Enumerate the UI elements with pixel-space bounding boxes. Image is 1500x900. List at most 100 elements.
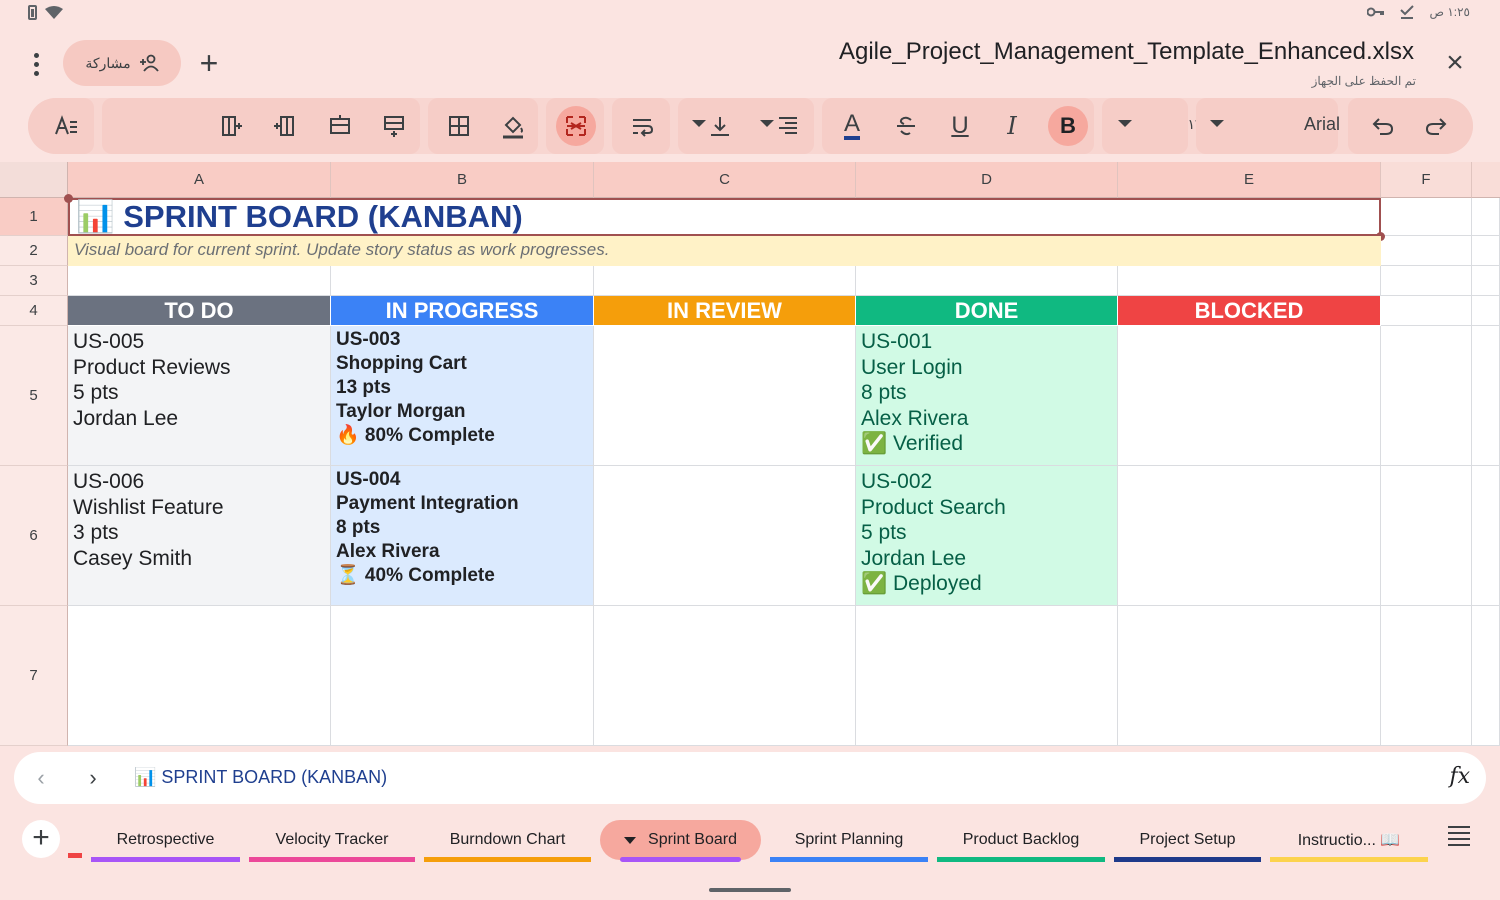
row-header-4[interactable]: 4 — [0, 296, 68, 326]
insert-row-below-icon[interactable] — [320, 106, 360, 146]
cell[interactable] — [1381, 466, 1472, 606]
tab-sprint-planning[interactable]: Sprint Planning — [770, 820, 928, 862]
previous-cell-icon[interactable]: ‹ — [28, 765, 54, 791]
add-button[interactable]: + — [192, 44, 226, 82]
todo-card[interactable]: US-005 Product Reviews 5 pts Jordan Lee — [68, 326, 331, 466]
cell[interactable] — [1472, 236, 1500, 266]
cell[interactable] — [1472, 466, 1500, 606]
sheet-subtitle-cell[interactable]: Visual board for current sprint. Update … — [68, 236, 1381, 266]
cell[interactable] — [1118, 606, 1381, 746]
tab-burndown-chart[interactable]: Burndown Chart — [424, 820, 591, 862]
cell[interactable] — [1472, 296, 1500, 326]
share-button[interactable]: مشاركة — [63, 40, 181, 86]
underline-icon[interactable]: U — [940, 106, 980, 146]
cell[interactable] — [1381, 198, 1472, 236]
in-progress-card[interactable]: US-004 Payment Integration 8 pts Alex Ri… — [331, 466, 594, 606]
sheet-title-cell[interactable]: 📊 SPRINT BOARD (KANBAN) — [68, 198, 1381, 236]
cell[interactable] — [1472, 198, 1500, 236]
blocked-cell[interactable] — [1118, 466, 1381, 606]
cell[interactable] — [1472, 266, 1500, 296]
blocked-cell[interactable] — [1118, 326, 1381, 466]
status-header-in-review[interactable]: IN REVIEW — [594, 296, 856, 325]
tab-instructions[interactable]: Instructio... 📖 — [1270, 820, 1428, 862]
cell[interactable] — [1381, 236, 1472, 266]
more-options-icon[interactable] — [22, 50, 50, 78]
add-sheet-button[interactable]: + — [22, 820, 60, 858]
redo-icon[interactable] — [1416, 106, 1456, 146]
row-header-1[interactable]: 1 — [0, 198, 68, 236]
tab-project-setup[interactable]: Project Setup — [1114, 820, 1261, 862]
cell[interactable] — [68, 266, 331, 296]
text-color-icon[interactable]: A — [832, 106, 872, 146]
status-header-todo[interactable]: TO DO — [68, 296, 331, 325]
spreadsheet-grid[interactable]: A B C D E F 1 2 3 4 5 6 7 📊 SPRINT BOARD… — [0, 162, 1500, 746]
bold-icon[interactable]: B — [1048, 106, 1088, 146]
insert-column-right-icon[interactable] — [212, 106, 252, 146]
cell[interactable] — [1381, 296, 1472, 326]
row-header-5[interactable]: 5 — [0, 326, 68, 466]
next-cell-icon[interactable]: › — [80, 765, 106, 791]
cell[interactable] — [331, 606, 594, 746]
select-all-corner[interactable] — [0, 162, 68, 198]
cell[interactable] — [594, 606, 856, 746]
tab-retrospective[interactable]: Retrospective — [91, 820, 240, 862]
font-family-dropdown[interactable] — [1210, 120, 1224, 127]
selection-handle-top[interactable] — [64, 194, 73, 203]
strikethrough-icon[interactable] — [886, 106, 926, 146]
cell[interactable] — [68, 606, 331, 746]
cell[interactable] — [1381, 266, 1472, 296]
cell[interactable] — [1381, 326, 1472, 466]
column-header-a[interactable]: A — [68, 162, 331, 198]
row-header-7[interactable]: 7 — [0, 606, 68, 746]
borders-icon[interactable] — [439, 106, 479, 146]
done-card[interactable]: US-002 Product Search 5 pts Jordan Lee ✅… — [856, 466, 1118, 606]
font-size-dropdown[interactable] — [1118, 120, 1132, 127]
status-header-blocked[interactable]: BLOCKED — [1118, 296, 1381, 325]
story-name: Payment Integration — [336, 493, 519, 514]
text-format-icon[interactable] — [46, 106, 86, 146]
status-header-done[interactable]: DONE — [856, 296, 1118, 325]
close-icon[interactable]: × — [1440, 46, 1470, 80]
cell[interactable] — [331, 266, 594, 296]
italic-icon[interactable]: I — [992, 106, 1032, 146]
cell[interactable] — [856, 606, 1118, 746]
function-icon[interactable]: fx — [1449, 764, 1470, 789]
home-indicator[interactable] — [709, 888, 791, 892]
cell[interactable] — [1381, 606, 1472, 746]
tab-sprint-board[interactable]: Sprint Board — [600, 820, 761, 862]
cell-content-preview[interactable]: 📊 SPRINT BOARD (KANBAN) — [134, 767, 387, 788]
column-header-g[interactable] — [1472, 162, 1500, 198]
in-review-cell[interactable] — [594, 466, 856, 606]
undo-icon[interactable] — [1363, 106, 1403, 146]
row-header-6[interactable]: 6 — [0, 466, 68, 606]
insert-column-left-icon[interactable] — [264, 106, 304, 146]
column-header-d[interactable]: D — [856, 162, 1118, 198]
column-header-c[interactable]: C — [594, 162, 856, 198]
font-family-value[interactable]: Arial — [1294, 114, 1350, 135]
status-header-in-progress[interactable]: IN PROGRESS — [331, 296, 594, 325]
in-review-cell[interactable] — [594, 326, 856, 466]
cell[interactable] — [1472, 606, 1500, 746]
align-right-icon[interactable] — [768, 106, 808, 146]
in-progress-card[interactable]: US-003 Shopping Cart 13 pts Taylor Morga… — [331, 326, 594, 466]
cell[interactable] — [856, 266, 1118, 296]
all-sheets-menu-icon[interactable] — [1448, 826, 1470, 846]
cell[interactable] — [1118, 266, 1381, 296]
tab-velocity-tracker[interactable]: Velocity Tracker — [249, 820, 415, 862]
todo-card[interactable]: US-006 Wishlist Feature 3 pts Casey Smit… — [68, 466, 331, 606]
text-wrap-icon[interactable] — [622, 106, 662, 146]
cell[interactable] — [594, 266, 856, 296]
insert-row-above-icon[interactable] — [374, 106, 414, 146]
cell[interactable] — [1472, 326, 1500, 466]
column-header-f[interactable]: F — [1381, 162, 1472, 198]
column-header-e[interactable]: E — [1118, 162, 1381, 198]
row-header-2[interactable]: 2 — [0, 236, 68, 266]
tab-menu-icon[interactable] — [624, 836, 637, 844]
vertical-align-bottom-icon[interactable] — [700, 106, 740, 146]
fill-color-icon[interactable] — [493, 106, 533, 146]
column-header-b[interactable]: B — [331, 162, 594, 198]
merge-cells-icon[interactable] — [556, 106, 596, 146]
tab-product-backlog[interactable]: Product Backlog — [937, 820, 1105, 862]
row-header-3[interactable]: 3 — [0, 266, 68, 296]
done-card[interactable]: US-001 User Login 8 pts Alex Rivera ✅ Ve… — [856, 326, 1118, 466]
